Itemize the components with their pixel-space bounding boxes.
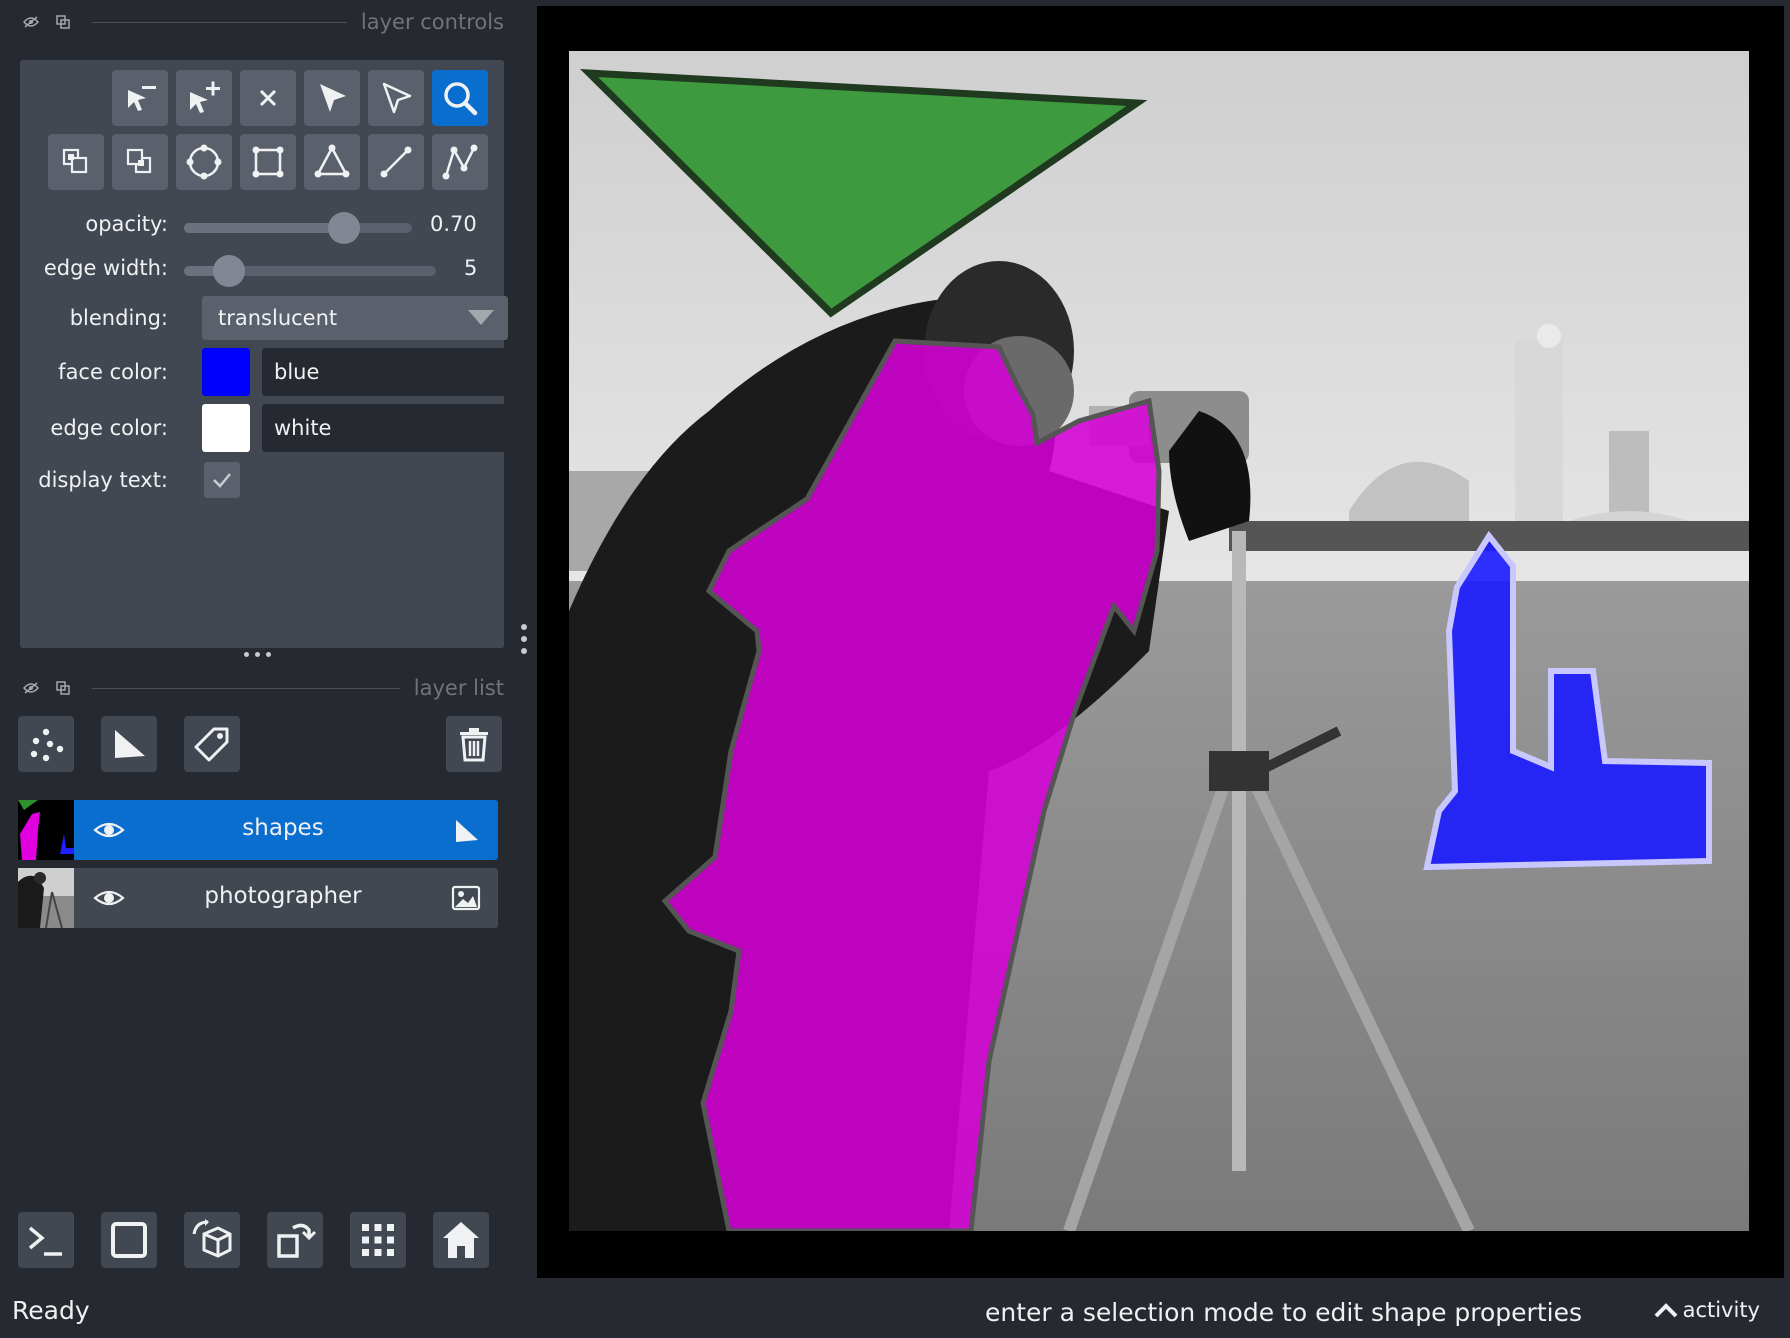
transpose-icon [277,1223,317,1258]
opacity-value: 0.70 [430,212,477,236]
layer-name[interactable]: photographer [138,883,428,909]
move-back-icon[interactable] [48,134,104,190]
hide-panel-icon[interactable] [20,677,42,699]
rectangle-icon[interactable] [240,134,296,190]
face-color-label: face color: [58,360,168,384]
pan-zoom-icon[interactable] [432,70,488,126]
polygon-icon[interactable] [304,134,360,190]
layer-controls-header: layer controls [20,2,504,42]
triangle-shape[interactable] [579,69,1148,318]
grid-icon [362,1224,394,1256]
direct-select-icon[interactable] [368,70,424,126]
ellipse-icon[interactable] [176,134,232,190]
viewer-canvas[interactable] [537,6,1784,1278]
square-2d-icon [111,1222,147,1258]
checkmark-icon [213,473,231,488]
edge-color-input[interactable]: white [262,404,508,452]
roll-cube-icon [192,1219,232,1258]
layer-list-title: layer list [413,676,504,700]
edge-width-value: 5 [464,256,478,280]
display-text-checkbox[interactable] [204,462,240,498]
opacity-slider-handle[interactable] [327,212,360,244]
delete-layer-button[interactable] [446,716,502,772]
header-divider [92,687,400,689]
panel-resize-handle[interactable] [244,652,271,657]
edge-color-swatch[interactable] [202,404,250,452]
layer-list-header: layer list [20,668,504,708]
opacity-slider[interactable] [184,212,412,244]
face-color-input[interactable]: blue [262,348,508,396]
display-text-label: display text: [38,468,168,492]
layer-row-photographer[interactable]: photographer [18,868,498,928]
float-panel-icon[interactable] [52,677,74,699]
header-divider [92,21,347,23]
move-front-icon[interactable] [112,134,168,190]
layer-controls-panel: opacity: 0.70 edge width: 5 blending: tr… [20,60,508,648]
edge-color-label: edge color: [50,416,168,440]
roll-dimensions-button[interactable] [184,1212,240,1268]
line-icon[interactable] [368,134,424,190]
blue-polygon-shape[interactable] [1423,530,1712,871]
chevron-down-icon [468,310,494,325]
dock-resize-handle[interactable] [521,624,527,654]
visibility-eye-icon[interactable] [92,814,126,846]
layer-thumbnail [18,800,74,860]
new-shapes-layer-button[interactable] [101,716,157,772]
layer-row-shapes[interactable]: shapes [18,800,498,860]
label-tag-icon [194,727,229,762]
edge-width-label: edge width: [43,256,168,280]
float-panel-icon[interactable] [52,11,74,33]
transpose-button[interactable] [267,1212,323,1268]
layer-controls-title: layer controls [360,10,504,34]
activity-label: activity [1682,1298,1760,1322]
opacity-slider-fill [184,223,344,233]
opacity-label: opacity: [85,212,168,236]
ndisplay-button[interactable] [101,1212,157,1268]
shapes-icon [456,820,478,842]
edge-width-slider-handle[interactable] [213,255,246,287]
new-points-layer-button[interactable] [18,716,74,772]
shapes-icon [115,730,145,758]
select-icon[interactable] [304,70,360,126]
face-color-value: blue [274,360,320,384]
add-vertex-icon[interactable] [176,70,232,126]
edge-width-slider[interactable] [184,255,436,287]
new-labels-layer-button[interactable] [184,716,240,772]
layer-name[interactable]: shapes [138,815,428,841]
console-icon [28,1226,62,1256]
chevron-up-icon [1654,1303,1677,1318]
blending-value: translucent [218,306,338,330]
layer-thumbnail [18,868,74,928]
left-dock: layer controls opacity: 0.70 edge width:… [0,0,520,1290]
console-button[interactable] [18,1212,74,1268]
visibility-eye-icon[interactable] [92,882,126,914]
photographer-image [569,51,1749,1231]
grid-view-button[interactable] [350,1212,406,1268]
status-message: enter a selection mode to edit shape pro… [984,1298,1582,1327]
path-icon[interactable] [432,134,488,190]
image-icon [451,885,481,911]
delete-shape-icon[interactable] [240,70,296,126]
activity-button[interactable]: activity [1653,1298,1760,1322]
delete-vertex-icon[interactable] [112,70,168,126]
edge-color-value: white [274,416,332,440]
blending-dropdown[interactable]: translucent [202,296,508,340]
status-ready: Ready [12,1296,90,1325]
hide-panel-icon[interactable] [20,11,42,33]
home-icon [443,1222,479,1258]
points-icon [30,728,64,762]
magenta-polygon-shape[interactable] [661,338,1162,1231]
blending-label: blending: [69,306,168,330]
face-color-swatch[interactable] [202,348,250,396]
home-button[interactable] [433,1212,489,1268]
trash-icon [460,728,488,762]
shapes-overlay[interactable] [569,51,1749,1231]
